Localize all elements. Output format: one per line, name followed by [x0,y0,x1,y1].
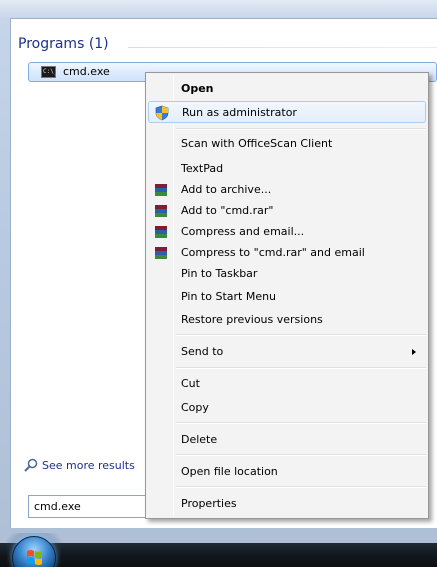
menu-label-cut: Cut [181,377,200,390]
menu-item-copy[interactable]: Copy [148,397,426,419]
menu-item-textpad[interactable]: TextPad [148,158,426,180]
chevron-right-icon [412,349,416,355]
menu-item-run-as-administrator[interactable]: Run as administrator [148,101,426,123]
winrar-icon [155,226,167,238]
menu-label-compress-rar-and-email: Compress to "cmd.rar" and email [181,246,365,259]
search-input-value: cmd.exe [34,500,81,513]
menu-separator [176,486,426,488]
menu-separator [176,454,426,456]
magnifier-icon [24,458,38,472]
menu-item-open-file-location[interactable]: Open file location [148,461,426,483]
menu-item-scan-officescan[interactable]: Scan with OfficeScan Client [148,133,426,155]
menu-label-restore-previous-versions: Restore previous versions [181,313,323,326]
taskbar [0,543,437,567]
search-result-label: cmd.exe [63,65,110,78]
menu-item-pin-to-start-menu[interactable]: Pin to Start Menu [148,286,426,308]
section-divider [128,47,437,48]
menu-label-add-to-archive: Add to archive... [181,183,272,196]
menu-label-pin-to-start-menu: Pin to Start Menu [181,290,277,303]
menu-separator [176,422,426,424]
menu-separator [176,334,426,336]
see-more-results-link[interactable]: See more results [24,457,144,475]
menu-item-open[interactable]: Open [148,78,426,100]
see-more-results-label: See more results [42,459,135,472]
menu-label-copy: Copy [181,401,209,414]
menu-item-compress-and-email[interactable]: Compress and email... [148,221,426,243]
menu-item-delete[interactable]: Delete [148,429,426,451]
windows-logo-icon [27,550,42,565]
menu-label-delete: Delete [181,433,218,446]
menu-separator [176,367,426,369]
menu-item-add-to-archive[interactable]: Add to archive... [148,179,426,201]
menu-item-restore-previous-versions[interactable]: Restore previous versions [148,309,426,331]
menu-label-compress-and-email: Compress and email... [181,225,305,238]
cmd-icon: C:\_ [41,66,56,78]
menu-label-send-to: Send to [181,345,224,358]
menu-item-add-to-cmd-rar[interactable]: Add to "cmd.rar" [148,200,426,222]
menu-label-run-as-administrator: Run as administrator [182,106,297,119]
winrar-icon [155,184,167,196]
menu-label-open-file-location: Open file location [181,465,278,478]
start-button[interactable] [12,536,56,567]
winrar-icon [155,247,167,259]
menu-separator [176,128,426,130]
start-search-input[interactable]: cmd.exe [28,495,158,518]
context-menu: Open Run as administrator Scan with Offi… [145,72,429,519]
menu-label-textpad: TextPad [181,162,224,175]
menu-label-properties: Properties [181,497,237,510]
menu-label-scan-officescan: Scan with OfficeScan Client [181,137,333,150]
menu-item-properties[interactable]: Properties [148,493,426,515]
menu-label-add-to-cmd-rar: Add to "cmd.rar" [181,204,274,217]
menu-item-cut[interactable]: Cut [148,373,426,395]
uac-shield-icon [155,105,169,121]
menu-label-open: Open [181,82,214,95]
menu-item-compress-rar-and-email[interactable]: Compress to "cmd.rar" and email [148,242,426,264]
start-menu-top-edge [0,0,437,18]
menu-label-pin-to-taskbar: Pin to Taskbar [181,267,258,280]
menu-item-send-to[interactable]: Send to [148,341,426,363]
menu-item-pin-to-taskbar[interactable]: Pin to Taskbar [148,263,426,285]
winrar-icon [155,205,167,217]
programs-section-header: Programs (1) [18,36,109,52]
